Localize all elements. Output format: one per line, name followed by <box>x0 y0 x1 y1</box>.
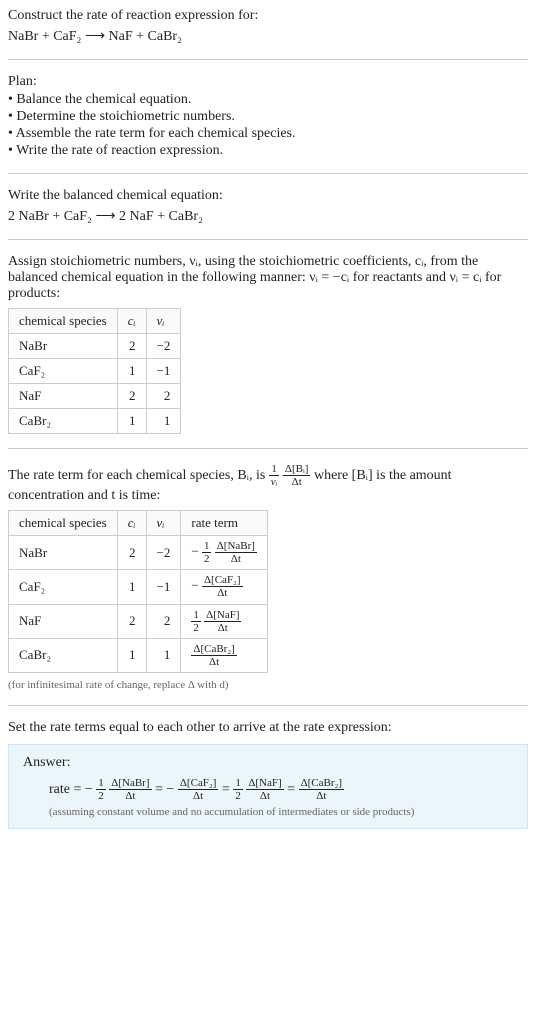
cell-c: 1 <box>117 359 146 384</box>
plan-item: • Balance the chemical equation. <box>8 92 528 108</box>
cell-c: 2 <box>117 604 146 638</box>
cell-species: CaF₂ <box>9 359 118 384</box>
table-row: NaF 2 2 12 Δ[NaF]Δt <box>9 604 268 638</box>
cell-c: 1 <box>117 570 146 604</box>
table-row: NaBr 2 −2 <box>9 334 181 359</box>
col-header-c: cᵢ <box>117 511 146 536</box>
col-header-rate: rate term <box>181 511 268 536</box>
answer-note: (assuming constant volume and no accumul… <box>49 806 513 818</box>
cell-c: 2 <box>117 384 146 409</box>
set-equal-text: Set the rate terms equal to each other t… <box>8 720 528 736</box>
balanced-equation: 2 NaBr + CaF₂ ⟶ 2 NaF + CaBr₂ <box>8 208 528 225</box>
col-header-c: cᵢ <box>117 309 146 334</box>
divider <box>8 173 528 174</box>
cell-species: NaBr <box>9 536 118 570</box>
table-row: CaF₂ 1 −1 − Δ[CaF₂]Δt <box>9 570 268 604</box>
answer-box: Answer: rate = − 12 Δ[NaBr]Δt = − Δ[CaF₂… <box>8 744 528 829</box>
cell-v: 1 <box>146 409 181 434</box>
cell-species: CaBr₂ <box>9 409 118 434</box>
divider <box>8 705 528 706</box>
cell-v: 2 <box>146 384 181 409</box>
divider <box>8 448 528 449</box>
plan-item: • Write the rate of reaction expression. <box>8 143 528 159</box>
table-row: NaBr 2 −2 − 12 Δ[NaBr]Δt <box>9 536 268 570</box>
footnote: (for infinitesimal rate of change, repla… <box>8 679 528 691</box>
table-row: CaF₂ 1 −1 <box>9 359 181 384</box>
rate-term-text: The rate term for each chemical species,… <box>8 463 528 504</box>
rate-term-formula: 1νᵢ Δ[Bᵢ]Δt <box>269 468 314 483</box>
table-row: CaBr₂ 1 1 <box>9 409 181 434</box>
cell-v: −2 <box>146 334 181 359</box>
cell-c: 2 <box>117 536 146 570</box>
col-header-species: chemical species <box>9 511 118 536</box>
answer-label: Answer: <box>23 755 513 771</box>
cell-v: −1 <box>146 359 181 384</box>
stoich-table: chemical species cᵢ νᵢ NaBr 2 −2 CaF₂ 1 … <box>8 308 181 434</box>
col-header-species: chemical species <box>9 309 118 334</box>
cell-species: NaF <box>9 604 118 638</box>
cell-v: 2 <box>146 604 181 638</box>
construct-line: Construct the rate of reaction expressio… <box>8 8 528 24</box>
cell-species: NaF <box>9 384 118 409</box>
cell-rate: 12 Δ[NaF]Δt <box>181 604 268 638</box>
cell-species: NaBr <box>9 334 118 359</box>
cell-c: 1 <box>117 638 146 672</box>
cell-c: 1 <box>117 409 146 434</box>
col-header-v: νᵢ <box>146 309 181 334</box>
plan-item: • Determine the stoichiometric numbers. <box>8 109 528 125</box>
rate-prefix: rate = <box>49 782 85 797</box>
answer-expression: rate = − 12 Δ[NaBr]Δt = − Δ[CaF₂]Δt = 12… <box>49 777 513 802</box>
plan-item: • Assemble the rate term for each chemic… <box>8 126 528 142</box>
cell-species: CaBr₂ <box>9 638 118 672</box>
plan-title: Plan: <box>8 74 528 90</box>
table-row: NaF 2 2 <box>9 384 181 409</box>
cell-c: 2 <box>117 334 146 359</box>
cell-v: −2 <box>146 536 181 570</box>
divider <box>8 59 528 60</box>
balanced-text: Write the balanced chemical equation: <box>8 188 528 204</box>
plan-list: • Balance the chemical equation. • Deter… <box>8 92 528 159</box>
cell-v: −1 <box>146 570 181 604</box>
cell-rate: Δ[CaBr₂]Δt <box>181 638 268 672</box>
stoich-text: Assign stoichiometric numbers, νᵢ, using… <box>8 254 528 302</box>
table-row: CaBr₂ 1 1 Δ[CaBr₂]Δt <box>9 638 268 672</box>
cell-v: 1 <box>146 638 181 672</box>
cell-rate: − 12 Δ[NaBr]Δt <box>181 536 268 570</box>
unbalanced-equation: NaBr + CaF₂ ⟶ NaF + CaBr₂ <box>8 28 528 45</box>
text-span: The rate term for each chemical species,… <box>8 468 269 483</box>
cell-species: CaF₂ <box>9 570 118 604</box>
rate-term-table: chemical species cᵢ νᵢ rate term NaBr 2 … <box>8 510 268 673</box>
divider <box>8 239 528 240</box>
cell-rate: − Δ[CaF₂]Δt <box>181 570 268 604</box>
col-header-v: νᵢ <box>146 511 181 536</box>
